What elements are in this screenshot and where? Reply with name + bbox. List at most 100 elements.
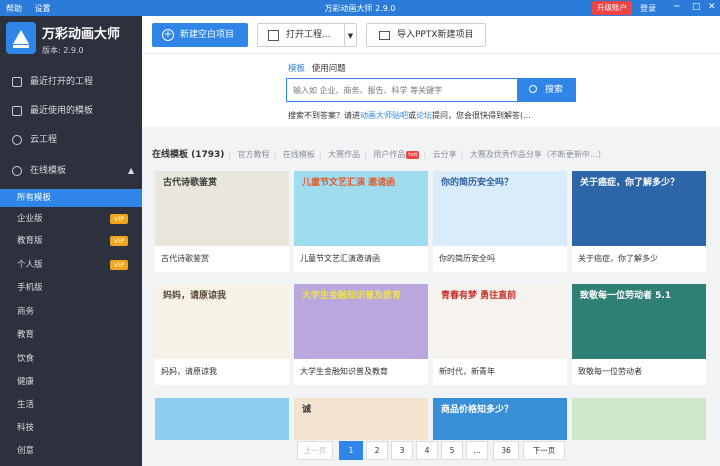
page-3[interactable]: 3 <box>391 441 413 460</box>
sub-item-label: 手机版 <box>17 283 43 293</box>
sidebar-sub-education-edition[interactable]: 教育版 VIP <box>0 232 142 250</box>
filter-online-templates[interactable]: 在线模板 <box>283 150 315 159</box>
prev-page-button[interactable]: 上一页 <box>297 441 333 460</box>
vip-badge: VIP <box>110 260 128 270</box>
template-icon <box>12 106 22 116</box>
chevron-up-icon[interactable]: ▲ <box>128 160 134 182</box>
folder-icon <box>268 30 279 41</box>
thumbnail-title: 你的简历安全吗？ <box>441 178 514 188</box>
thumbnail-title: 青春有梦 勇往直前 <box>441 291 517 301</box>
sidebar-item-label: 在线模板 <box>30 166 67 176</box>
template-card[interactable] <box>572 398 706 440</box>
sub-item-label: 商务 <box>17 307 35 317</box>
clock-icon <box>12 77 22 87</box>
gallery-title: 在线模板 (1793) <box>152 150 225 160</box>
sidebar-item-cloud-projects[interactable]: 云工程 <box>0 129 142 151</box>
close-icon[interactable]: ✕ <box>708 2 716 13</box>
sidebar-sub-mobile[interactable]: 手机版 <box>0 279 142 297</box>
search-help-text: 搜索不到答案？请进动画大师贴吧或论坛提问，您会很快得到解答(... <box>288 110 531 121</box>
filter-cloud-share[interactable]: 云分享 <box>433 150 457 159</box>
sidebar-item-recent-templates[interactable]: 最近使用的模板 <box>0 100 142 122</box>
tab-usage-questions[interactable]: 使用问题 <box>312 64 346 74</box>
template-card[interactable]: 儿童节文艺汇演 邀请函 儿童节文艺汇演邀请函 <box>294 171 428 272</box>
sidebar-item-label: 最近打开的工程 <box>30 77 94 87</box>
filter-official-tutorials[interactable]: 官方教程 <box>238 150 270 159</box>
template-card[interactable]: 诚 <box>294 398 428 440</box>
template-caption: 你的简历安全吗 <box>439 254 495 263</box>
hot-badge: hot <box>406 151 420 159</box>
search-button[interactable]: 搜索 <box>518 78 576 102</box>
new-blank-project-button[interactable]: + 新建空白项目 <box>152 23 248 47</box>
search-tabs: 模板 使用问题 <box>288 62 346 74</box>
sub-item-label: 教育 <box>17 330 35 340</box>
sidebar-item-recent-projects[interactable]: 最近打开的工程 <box>0 71 142 93</box>
plus-icon: + <box>162 29 174 41</box>
next-page-button[interactable]: 下一页 <box>523 441 565 460</box>
filter-contest-works[interactable]: 大赛作品 <box>328 150 360 159</box>
globe-icon <box>12 166 22 176</box>
template-caption: 儿童节文艺汇演邀请函 <box>300 254 380 263</box>
new-project-label: 新建空白项目 <box>180 30 235 40</box>
filter-bar: 在线模板 (1793) | 官方教程 | 在线模板 | 大赛作品 | 用户作品 hot | … <box>152 150 606 160</box>
sidebar-item-online-templates[interactable]: 在线模板 ▲ <box>0 160 142 182</box>
page-4[interactable]: 4 <box>416 441 438 460</box>
sidebar-sub-education[interactable]: 教育 <box>0 326 142 344</box>
sidebar-sub-food[interactable]: 饮食 <box>0 350 142 368</box>
page-36[interactable]: 36 <box>493 441 519 460</box>
sidebar-sub-health[interactable]: 健康 <box>0 373 142 391</box>
thumbnail-title: 妈妈，请原谅我 <box>163 291 227 301</box>
title-bar: 帮助 设置 万彩动画大师 2.9.0 升级账户 登录 ─ □ ✕ <box>0 0 720 16</box>
monitor-icon <box>379 31 390 40</box>
vip-badge: VIP <box>110 236 128 246</box>
template-card[interactable]: 关于癌症，你了解多少？ 关于癌症，你了解多少 <box>572 171 706 272</box>
template-card[interactable]: 妈妈，请原谅我 妈妈，请原谅我 <box>155 284 289 385</box>
template-caption: 大学生金融知识普及教育 <box>300 367 388 376</box>
thumbnail-title: 商品价格知多少？ <box>441 405 514 415</box>
sidebar-sub-tech[interactable]: 科技 <box>0 419 142 437</box>
search-input[interactable] <box>286 78 518 102</box>
template-thumbnail: 妈妈，请原谅我 <box>155 284 289 359</box>
import-pptx-button[interactable]: 导入PPTX新建项目 <box>366 23 486 47</box>
sidebar-sub-life[interactable]: 生活 <box>0 396 142 414</box>
template-card[interactable] <box>155 398 289 440</box>
page-1[interactable]: 1 <box>339 441 363 460</box>
template-thumbnail: 大学生金融知识普及教育 <box>294 284 428 359</box>
template-thumbnail: 青春有梦 勇往直前 <box>433 284 567 359</box>
sidebar-sub-enterprise[interactable]: 企业版 VIP <box>0 210 142 228</box>
tab-templates[interactable]: 模板 <box>288 64 305 74</box>
help-prefix: 搜索不到答案？请进 <box>288 111 360 120</box>
template-card[interactable]: 古代诗歌鉴赏 古代诗歌鉴赏 <box>155 171 289 272</box>
sub-item-label: 科技 <box>17 423 35 433</box>
sub-item-label: 饮食 <box>17 354 35 364</box>
upgrade-account-button[interactable]: 升级账户 <box>592 1 632 15</box>
template-card[interactable]: 致敬每一位劳动者 5.1 致敬每一位劳动者 <box>572 284 706 385</box>
sub-item-label: 所有模板 <box>17 193 52 203</box>
filter-contest-share[interactable]: 大赛及优秀作品分享（不断更新中…） <box>470 150 606 159</box>
minimize-icon[interactable]: ─ <box>674 2 679 13</box>
maximize-icon[interactable]: □ <box>692 2 701 13</box>
forum-link[interactable]: 论坛 <box>416 111 432 120</box>
open-project-label: 打开工程... <box>286 30 331 40</box>
app-logo-icon <box>6 22 36 54</box>
template-card[interactable]: 大学生金融知识普及教育 大学生金融知识普及教育 <box>294 284 428 385</box>
sub-item-label: 创意 <box>17 446 35 456</box>
sidebar-sub-all-templates[interactable]: 所有模板 <box>0 189 142 207</box>
template-card[interactable]: 你的简历安全吗？ 你的简历安全吗 <box>433 171 567 272</box>
thumbnail-title: 儿童节文艺汇演 邀请函 <box>302 178 396 188</box>
template-card[interactable]: 青春有梦 勇往直前 新时代，新青年 <box>433 284 567 385</box>
template-caption: 妈妈，请原谅我 <box>161 367 217 376</box>
open-project-button[interactable]: 打开工程... <box>257 23 345 47</box>
sidebar-sub-personal[interactable]: 个人版 VIP <box>0 256 142 274</box>
template-thumbnail <box>572 398 706 440</box>
open-project-dropdown[interactable]: ▼ <box>344 23 357 47</box>
page-2[interactable]: 2 <box>366 441 388 460</box>
thumbnail-title: 致敬每一位劳动者 5.1 <box>580 291 672 301</box>
forum-bar-link[interactable]: 动画大师贴吧 <box>360 111 408 120</box>
template-card[interactable]: 商品价格知多少？ <box>433 398 567 440</box>
thumbnail-title: 古代诗歌鉴赏 <box>163 178 218 188</box>
filter-user-works[interactable]: 用户作品 <box>373 150 405 159</box>
login-link[interactable]: 登录 <box>640 3 656 14</box>
page-5[interactable]: 5 <box>441 441 463 460</box>
sidebar-sub-business[interactable]: 商务 <box>0 303 142 321</box>
sidebar-sub-creative[interactable]: 创意 <box>0 442 142 460</box>
